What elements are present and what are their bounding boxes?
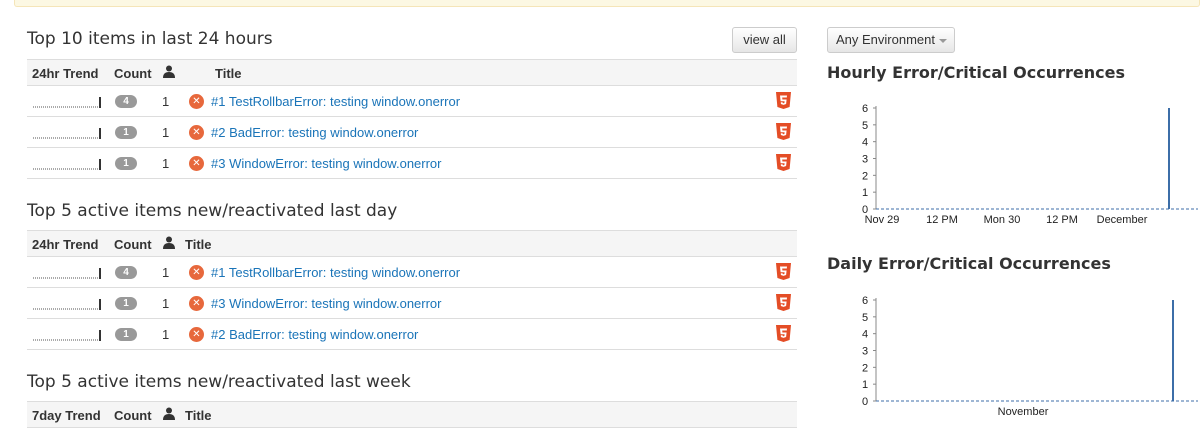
y-tick-label: 5	[862, 120, 868, 132]
occurrence-badge: 1	[115, 297, 137, 310]
error-x-icon: ✕	[189, 327, 204, 342]
trend-sparkline	[33, 159, 101, 170]
y-tick-label: 5	[862, 312, 868, 324]
hourly-error-chart: 0123456Nov 29 12 PM Mon 30 12 PM December	[862, 103, 1198, 226]
table-row: 1 1 ✕ #2 BadError: testing window.onerror	[27, 117, 797, 148]
top10-table: 24hr Trend Count Title 4 1 ✕ #1 TestRollbar…	[27, 59, 797, 179]
item-title-link[interactable]: #2 BadError: testing window.onerror	[211, 125, 418, 140]
table-row: 1 1 ✕ #3 WindowError: testing window.onerro…	[27, 148, 797, 179]
col-title: Title	[215, 66, 242, 81]
top5-week-table: 7day Trend Count Title	[27, 401, 797, 428]
item-title-link[interactable]: #1 TestRollbarError: testing window.oner…	[211, 265, 460, 280]
x-tick-label: Mon 30	[984, 214, 1021, 226]
alert-banner	[14, 0, 1200, 7]
html5-icon	[776, 154, 791, 171]
user-count: 1	[162, 296, 170, 311]
error-x-icon: ✕	[189, 156, 204, 171]
col-trend: 24hr Trend	[32, 66, 99, 81]
table-header: 24hr Trend Count Title	[27, 230, 797, 257]
y-tick-label: 0	[862, 396, 868, 408]
x-tick-label: Nov 29	[865, 214, 900, 226]
user-count: 1	[162, 94, 170, 109]
table-header: 24hr Trend Count Title	[27, 59, 797, 86]
x-tick-label: 12 PM	[926, 214, 958, 226]
user-count: 1	[162, 327, 170, 342]
col-trend: 7day Trend	[32, 408, 101, 423]
occurrence-badge: 4	[115, 95, 137, 108]
trend-sparkline	[33, 128, 101, 139]
item-title-link[interactable]: #2 BadError: testing window.onerror	[211, 327, 418, 342]
error-x-icon: ✕	[189, 125, 204, 140]
occurrence-badge: 1	[115, 157, 137, 170]
item-title-link[interactable]: #3 WindowError: testing window.onerror	[211, 156, 442, 171]
y-tick-label: 1	[862, 187, 868, 199]
html5-icon	[776, 92, 791, 109]
y-tick-label: 4	[862, 329, 868, 341]
html5-icon	[776, 325, 791, 342]
trend-sparkline	[33, 97, 101, 108]
html5-icon	[776, 294, 791, 311]
col-trend: 24hr Trend	[32, 237, 99, 252]
table-row: 1 1 ✕ #2 BadError: testing window.onerror	[27, 319, 797, 350]
table-row: 1 1 ✕ #3 WindowError: testing window.onerro…	[27, 288, 797, 319]
user-icon	[163, 65, 175, 81]
hourly-chart-title: Hourly Error/Critical Occurrences	[827, 63, 1126, 82]
x-tick-label: November	[998, 406, 1049, 418]
error-x-icon: ✕	[189, 265, 204, 280]
error-x-icon: ✕	[189, 296, 204, 311]
col-title: Title	[185, 237, 212, 252]
html5-icon	[776, 123, 791, 140]
user-icon	[163, 236, 175, 252]
user-count: 1	[162, 156, 170, 171]
section-title-top10: Top 10 items in last 24 hours	[27, 29, 273, 49]
table-header: 7day Trend Count Title	[27, 401, 797, 428]
trend-sparkline	[33, 268, 101, 279]
daily-chart-title: Daily Error/Critical Occurrences	[827, 254, 1111, 273]
user-icon	[163, 407, 175, 423]
y-tick-label: 3	[862, 346, 868, 358]
y-tick-label: 2	[862, 362, 868, 374]
table-row: 4 1 ✕ #1 TestRollbarError: testing window.o…	[27, 86, 797, 117]
environment-dropdown[interactable]: Any Environment	[827, 27, 955, 53]
occurrence-badge: 4	[115, 266, 137, 279]
y-tick-label: 1	[862, 379, 868, 391]
y-tick-label: 6	[862, 103, 868, 115]
col-title: Title	[185, 408, 212, 423]
user-count: 1	[162, 265, 170, 280]
caret-down-icon	[939, 38, 947, 43]
occurrence-badge: 1	[115, 328, 137, 341]
x-tick-label: 12 PM	[1046, 214, 1078, 226]
data-bar	[1168, 108, 1170, 209]
col-count: Count	[114, 408, 152, 423]
col-count: Count	[114, 237, 152, 252]
user-count: 1	[162, 125, 170, 140]
daily-error-chart: 0 1 2 3 4 5 6 November	[862, 295, 1198, 418]
error-x-icon: ✕	[189, 94, 204, 109]
item-title-link[interactable]: #3 WindowError: testing window.onerror	[211, 296, 442, 311]
trend-sparkline	[33, 330, 101, 341]
item-title-link[interactable]: #1 TestRollbarError: testing window.oner…	[211, 94, 460, 109]
data-bar	[1172, 300, 1174, 401]
environment-label: Any Environment	[836, 32, 935, 47]
y-tick-label: 3	[862, 154, 868, 166]
section-title-top5-week: Top 5 active items new/reactivated last …	[27, 372, 411, 392]
trend-sparkline	[33, 299, 101, 310]
col-count: Count	[114, 66, 152, 81]
x-tick-label: December	[1097, 214, 1148, 226]
y-tick-label: 6	[862, 295, 868, 307]
view-all-button[interactable]: view all	[732, 27, 797, 53]
y-tick-label: 2	[862, 170, 868, 182]
html5-icon	[776, 263, 791, 280]
table-row: 4 1 ✕ #1 TestRollbarError: testing window.o…	[27, 257, 797, 288]
top5-day-table: 24hr Trend Count Title 4 1 ✕ #1 TestRollbar…	[27, 230, 797, 350]
y-tick-label: 4	[862, 137, 868, 149]
occurrence-badge: 1	[115, 126, 137, 139]
section-title-top5-day: Top 5 active items new/reactivated last …	[27, 201, 398, 221]
